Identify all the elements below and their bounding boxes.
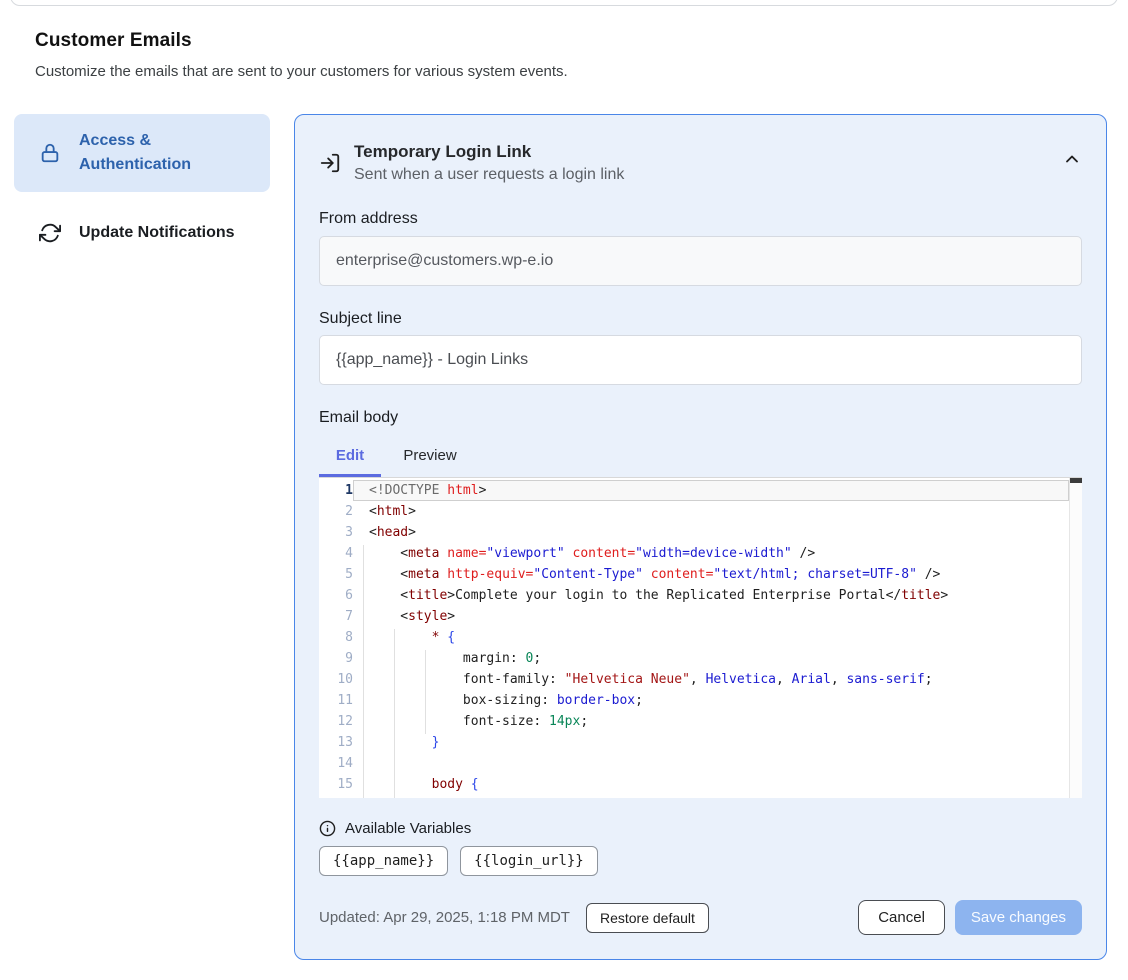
code-line: 15 body { bbox=[319, 774, 1082, 795]
available-variables-label: Available Variables bbox=[345, 820, 471, 837]
customer-emails-page: Customer Emails Customize the emails tha… bbox=[0, 0, 1128, 980]
card-title: Temporary Login Link bbox=[354, 140, 1062, 163]
from-address-input[interactable] bbox=[319, 236, 1082, 286]
subject-line-label: Subject line bbox=[319, 310, 1082, 328]
scrollbar-thumb[interactable] bbox=[1070, 478, 1082, 483]
log-in-icon bbox=[319, 152, 341, 174]
restore-default-button[interactable]: Restore default bbox=[586, 903, 709, 933]
code-line: 10 font-family: "Helvetica Neue", Helvet… bbox=[319, 669, 1082, 690]
variable-chip-login-url[interactable]: {{login_url}} bbox=[460, 846, 598, 876]
code-line: 8 * { bbox=[319, 627, 1082, 648]
page-header: Customer Emails Customize the emails tha… bbox=[35, 30, 1093, 80]
code-line: 5 <meta http-equiv="Content-Type" conten… bbox=[319, 564, 1082, 585]
sidebar-item-label: Access & Authentication bbox=[79, 129, 256, 177]
email-body-label: Email body bbox=[319, 409, 1082, 427]
collapse-button[interactable] bbox=[1062, 149, 1082, 169]
code-line: 3<head> bbox=[319, 522, 1082, 543]
tab-preview[interactable]: Preview bbox=[381, 437, 479, 477]
sidebar-item-update-notifications[interactable]: Update Notifications bbox=[14, 215, 270, 251]
cancel-button[interactable]: Cancel bbox=[858, 900, 945, 935]
code-line: 12 font-size: 14px; bbox=[319, 711, 1082, 732]
email-body-tabs: Edit Preview bbox=[319, 437, 1082, 478]
previous-card-edge bbox=[10, 0, 1118, 6]
code-line: 16 background-color: #f9f9f9; bbox=[319, 795, 1082, 798]
sidebar: Access & Authentication Update Notificat… bbox=[14, 114, 270, 251]
code-line: 2<html> bbox=[319, 501, 1082, 522]
page-title: Customer Emails bbox=[35, 30, 1093, 52]
code-line: 11 box-sizing: border-box; bbox=[319, 690, 1082, 711]
code-line: 7 <style> bbox=[319, 606, 1082, 627]
chevron-up-icon bbox=[1062, 149, 1082, 169]
page-subtitle: Customize the emails that are sent to yo… bbox=[35, 63, 1093, 80]
updated-timestamp: Updated: Apr 29, 2025, 1:18 PM MDT bbox=[319, 909, 570, 926]
editor-scrollbar[interactable] bbox=[1069, 478, 1082, 798]
variable-chip-app-name[interactable]: {{app_name}} bbox=[319, 846, 448, 876]
card-footer: Updated: Apr 29, 2025, 1:18 PM MDT Resto… bbox=[319, 900, 1082, 935]
sidebar-item-access-authentication[interactable]: Access & Authentication bbox=[14, 114, 270, 192]
sidebar-item-label: Update Notifications bbox=[79, 221, 235, 245]
temporary-login-link-card: Temporary Login Link Sent when a user re… bbox=[294, 114, 1107, 960]
card-subtitle: Sent when a user requests a login link bbox=[354, 166, 1062, 184]
code-line: 14 bbox=[319, 753, 1082, 774]
from-address-label: From address bbox=[319, 210, 1082, 228]
refresh-icon bbox=[39, 222, 61, 244]
code-line: 6 <title>Complete your login to the Repl… bbox=[319, 585, 1082, 606]
lock-icon bbox=[39, 142, 61, 164]
code-line: 9 margin: 0; bbox=[319, 648, 1082, 669]
code-line: 13 } bbox=[319, 732, 1082, 753]
code-line: 1<!DOCTYPE html> bbox=[319, 480, 1082, 501]
subject-line-input[interactable] bbox=[319, 335, 1082, 385]
variable-chips: {{app_name}} {{login_url}} bbox=[319, 846, 1082, 876]
tab-edit[interactable]: Edit bbox=[319, 437, 381, 477]
code-editor[interactable]: 1<!DOCTYPE html>2<html>3<head>4 <meta na… bbox=[319, 478, 1082, 798]
available-variables-row: Available Variables bbox=[319, 820, 1082, 837]
info-icon bbox=[319, 820, 336, 837]
code-line: 4 <meta name="viewport" content="width=d… bbox=[319, 543, 1082, 564]
code-lines: 1<!DOCTYPE html>2<html>3<head>4 <meta na… bbox=[319, 480, 1082, 798]
save-changes-button[interactable]: Save changes bbox=[955, 900, 1082, 935]
card-header: Temporary Login Link Sent when a user re… bbox=[319, 140, 1082, 184]
